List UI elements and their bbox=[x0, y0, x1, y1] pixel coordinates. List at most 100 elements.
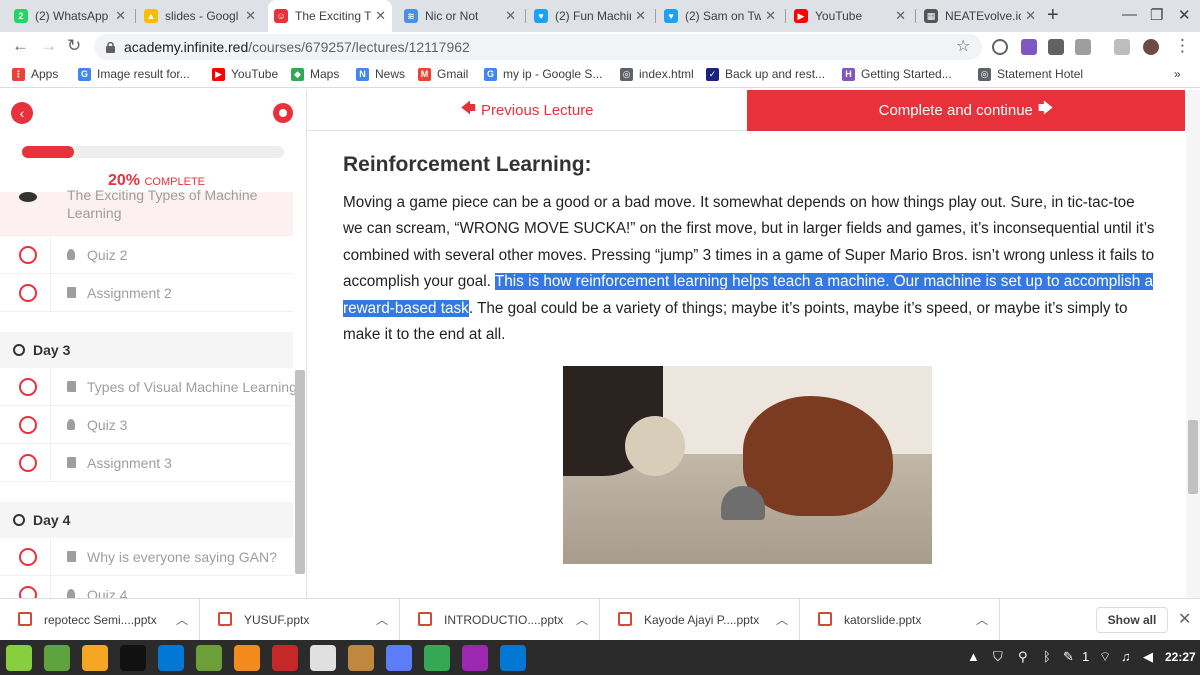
bookmark-2[interactable]: ▶ YouTube bbox=[212, 67, 278, 81]
tab-7[interactable]: ▦ NEATEvolve.ic ✕ bbox=[918, 0, 1042, 32]
minimize-button[interactable]: — bbox=[1122, 6, 1137, 23]
close-tab-icon[interactable]: ✕ bbox=[765, 8, 776, 24]
back-icon[interactable]: ← bbox=[12, 36, 29, 56]
bookmark-5[interactable]: M Gmail bbox=[418, 67, 468, 81]
main-scrollbar[interactable] bbox=[1186, 90, 1200, 598]
taskbar-app-icon[interactable] bbox=[120, 645, 146, 671]
taskbar-app-icon[interactable] bbox=[310, 645, 336, 671]
taskbar-app-icon[interactable] bbox=[348, 645, 374, 671]
lecture-item[interactable]: Quiz 3 bbox=[0, 406, 293, 444]
download-item[interactable]: katorslide.pptx ︿ bbox=[800, 599, 1000, 641]
lecture-item[interactable]: Quiz 4 bbox=[0, 576, 293, 598]
forward-icon[interactable]: → bbox=[40, 36, 57, 56]
download-item[interactable]: INTRODUCTIO....pptx ︿ bbox=[400, 599, 600, 641]
tab-0[interactable]: 2 (2) WhatsApp ✕ bbox=[8, 0, 132, 32]
bookmark-3[interactable]: ◆ Maps bbox=[291, 67, 339, 81]
bookmark-10[interactable]: ◎ Statement Hotel bbox=[978, 67, 1083, 81]
taskbar-app-icon[interactable] bbox=[6, 645, 32, 671]
reload-icon[interactable]: ↻ bbox=[67, 36, 81, 56]
lecture-label: Quiz 3 bbox=[87, 417, 128, 433]
lecture-item-current[interactable]: The Exciting Types of Machine Learning bbox=[0, 187, 293, 236]
close-tab-icon[interactable]: ✕ bbox=[245, 8, 256, 24]
close-tab-icon[interactable]: ✕ bbox=[895, 8, 906, 24]
taskbar-app-icon[interactable] bbox=[462, 645, 488, 671]
maximize-button[interactable]: ❐ bbox=[1150, 6, 1163, 24]
bookmarks-more-button[interactable]: » bbox=[1174, 67, 1181, 81]
avatar[interactable] bbox=[1143, 39, 1159, 55]
taskbar-app-icon[interactable] bbox=[272, 645, 298, 671]
tab-5[interactable]: ♥ (2) Sam on Tw ✕ bbox=[658, 0, 782, 32]
volume-icon[interactable]: ◀ bbox=[1143, 649, 1153, 665]
tab-4[interactable]: ♥ (2) Fun Machir ✕ bbox=[528, 0, 652, 32]
extension-icon[interactable] bbox=[1021, 39, 1037, 55]
tab-2[interactable]: ☺ The Exciting T ✕ bbox=[268, 0, 392, 32]
taskbar-app-icon[interactable] bbox=[82, 645, 108, 671]
bookmark-7[interactable]: ◎ index.html bbox=[620, 67, 694, 81]
new-tab-button[interactable]: + bbox=[1047, 4, 1059, 27]
bookmark-star-icon[interactable]: ☆ bbox=[956, 36, 970, 56]
taskbar-app-icon[interactable] bbox=[158, 645, 184, 671]
lecture-item[interactable]: Assignment 3 bbox=[0, 444, 293, 482]
chevron-up-icon[interactable]: ︿ bbox=[976, 611, 988, 628]
lecture-item[interactable]: Why is everyone saying GAN? bbox=[0, 538, 293, 576]
taskbar-app-icon[interactable] bbox=[234, 645, 260, 671]
close-tab-icon[interactable]: ✕ bbox=[635, 8, 646, 24]
sidebar-scrollbar[interactable] bbox=[295, 370, 305, 574]
taskbar-app-icon[interactable] bbox=[500, 645, 526, 671]
lecture-item[interactable]: Quiz 2 bbox=[0, 236, 293, 274]
download-item[interactable]: YUSUF.pptx ︿ bbox=[200, 599, 400, 641]
chevron-up-icon[interactable]: ︿ bbox=[376, 611, 388, 628]
extension-icon[interactable] bbox=[1114, 39, 1130, 55]
taskbar-app-icon[interactable] bbox=[44, 645, 70, 671]
address-bar[interactable]: academy.infinite.red/courses/679257/lect… bbox=[94, 34, 982, 60]
show-all-button[interactable]: Show all bbox=[1096, 607, 1168, 633]
chevron-up-icon[interactable]: ︿ bbox=[776, 611, 788, 628]
bluetooth-icon[interactable]: ᛒ bbox=[1043, 649, 1051, 664]
download-item[interactable]: Kayode Ajayi P....pptx ︿ bbox=[600, 599, 800, 641]
tab-3[interactable]: ≋ Nic or Not ✕ bbox=[398, 0, 522, 32]
notification-count: 1 bbox=[1082, 649, 1090, 664]
document-icon bbox=[67, 287, 76, 298]
taskbar-app-icon[interactable] bbox=[386, 645, 412, 671]
section-header-day-4[interactable]: Day 4 bbox=[0, 502, 293, 538]
bookmark-4[interactable]: N News bbox=[356, 67, 405, 81]
close-window-button[interactable]: ✕ bbox=[1178, 6, 1191, 24]
lecture-item[interactable]: Types of Visual Machine Learning bbox=[0, 368, 297, 406]
tab-6[interactable]: ▶ YouTube ✕ bbox=[788, 0, 912, 32]
chevron-up-icon[interactable]: ︿ bbox=[176, 611, 188, 628]
menu-kebab-icon[interactable]: ⋮ bbox=[1174, 36, 1191, 56]
bookmark-9[interactable]: H Getting Started... bbox=[842, 67, 952, 81]
tab-1[interactable]: ▲ slides - Googl ✕ bbox=[138, 0, 262, 32]
section-header-day-3[interactable]: Day 3 bbox=[0, 332, 293, 368]
close-tab-icon[interactable]: ✕ bbox=[505, 8, 516, 24]
bookmark-1[interactable]: G Image result for... bbox=[78, 67, 190, 81]
location-icon[interactable]: ⚲ bbox=[1018, 649, 1028, 665]
complete-and-continue-button[interactable]: Complete and continue 🡆 bbox=[747, 90, 1185, 131]
extension-icon[interactable] bbox=[1075, 39, 1091, 55]
back-to-course-button[interactable]: ‹ bbox=[11, 102, 33, 124]
scrollbar-thumb[interactable] bbox=[1188, 420, 1198, 494]
bookmark-8[interactable]: ✓ Back up and rest... bbox=[706, 67, 825, 81]
bookmark-0[interactable]: ⋮ Apps bbox=[12, 67, 58, 81]
gear-icon[interactable] bbox=[273, 103, 293, 123]
close-downloads-icon[interactable]: ✕ bbox=[1178, 609, 1191, 629]
progress-circle bbox=[19, 454, 37, 472]
close-tab-icon[interactable]: ✕ bbox=[375, 8, 386, 24]
download-item[interactable]: repotecc Semi....pptx ︿ bbox=[0, 599, 200, 641]
taskbar-app-icon[interactable] bbox=[424, 645, 450, 671]
tab-strip: 2 (2) WhatsApp ✕ ▲ slides - Googl ✕ ☺ The Excit… bbox=[0, 0, 1200, 32]
previous-lecture-button[interactable]: 🡄 Previous Lecture bbox=[307, 90, 747, 131]
close-tab-icon[interactable]: ✕ bbox=[115, 8, 126, 24]
wifi-icon[interactable]: ⌔ bbox=[1099, 649, 1111, 665]
extension-icon[interactable] bbox=[1048, 39, 1064, 55]
chat-icon[interactable]: ✎ bbox=[1063, 649, 1074, 665]
shield-icon[interactable]: ⛉ bbox=[993, 649, 1003, 665]
chevron-up-icon[interactable]: ︿ bbox=[576, 611, 588, 628]
lecture-item[interactable]: Assignment 2 bbox=[0, 274, 293, 312]
taskbar-app-icon[interactable] bbox=[196, 645, 222, 671]
bookmark-6[interactable]: Gmy ip - Google S... bbox=[484, 67, 602, 81]
close-tab-icon[interactable]: ✕ bbox=[1025, 8, 1036, 24]
warning-icon[interactable]: ▲ bbox=[967, 649, 980, 664]
music-icon[interactable]: ♫ bbox=[1121, 649, 1131, 664]
extension-icon[interactable] bbox=[992, 39, 1008, 55]
